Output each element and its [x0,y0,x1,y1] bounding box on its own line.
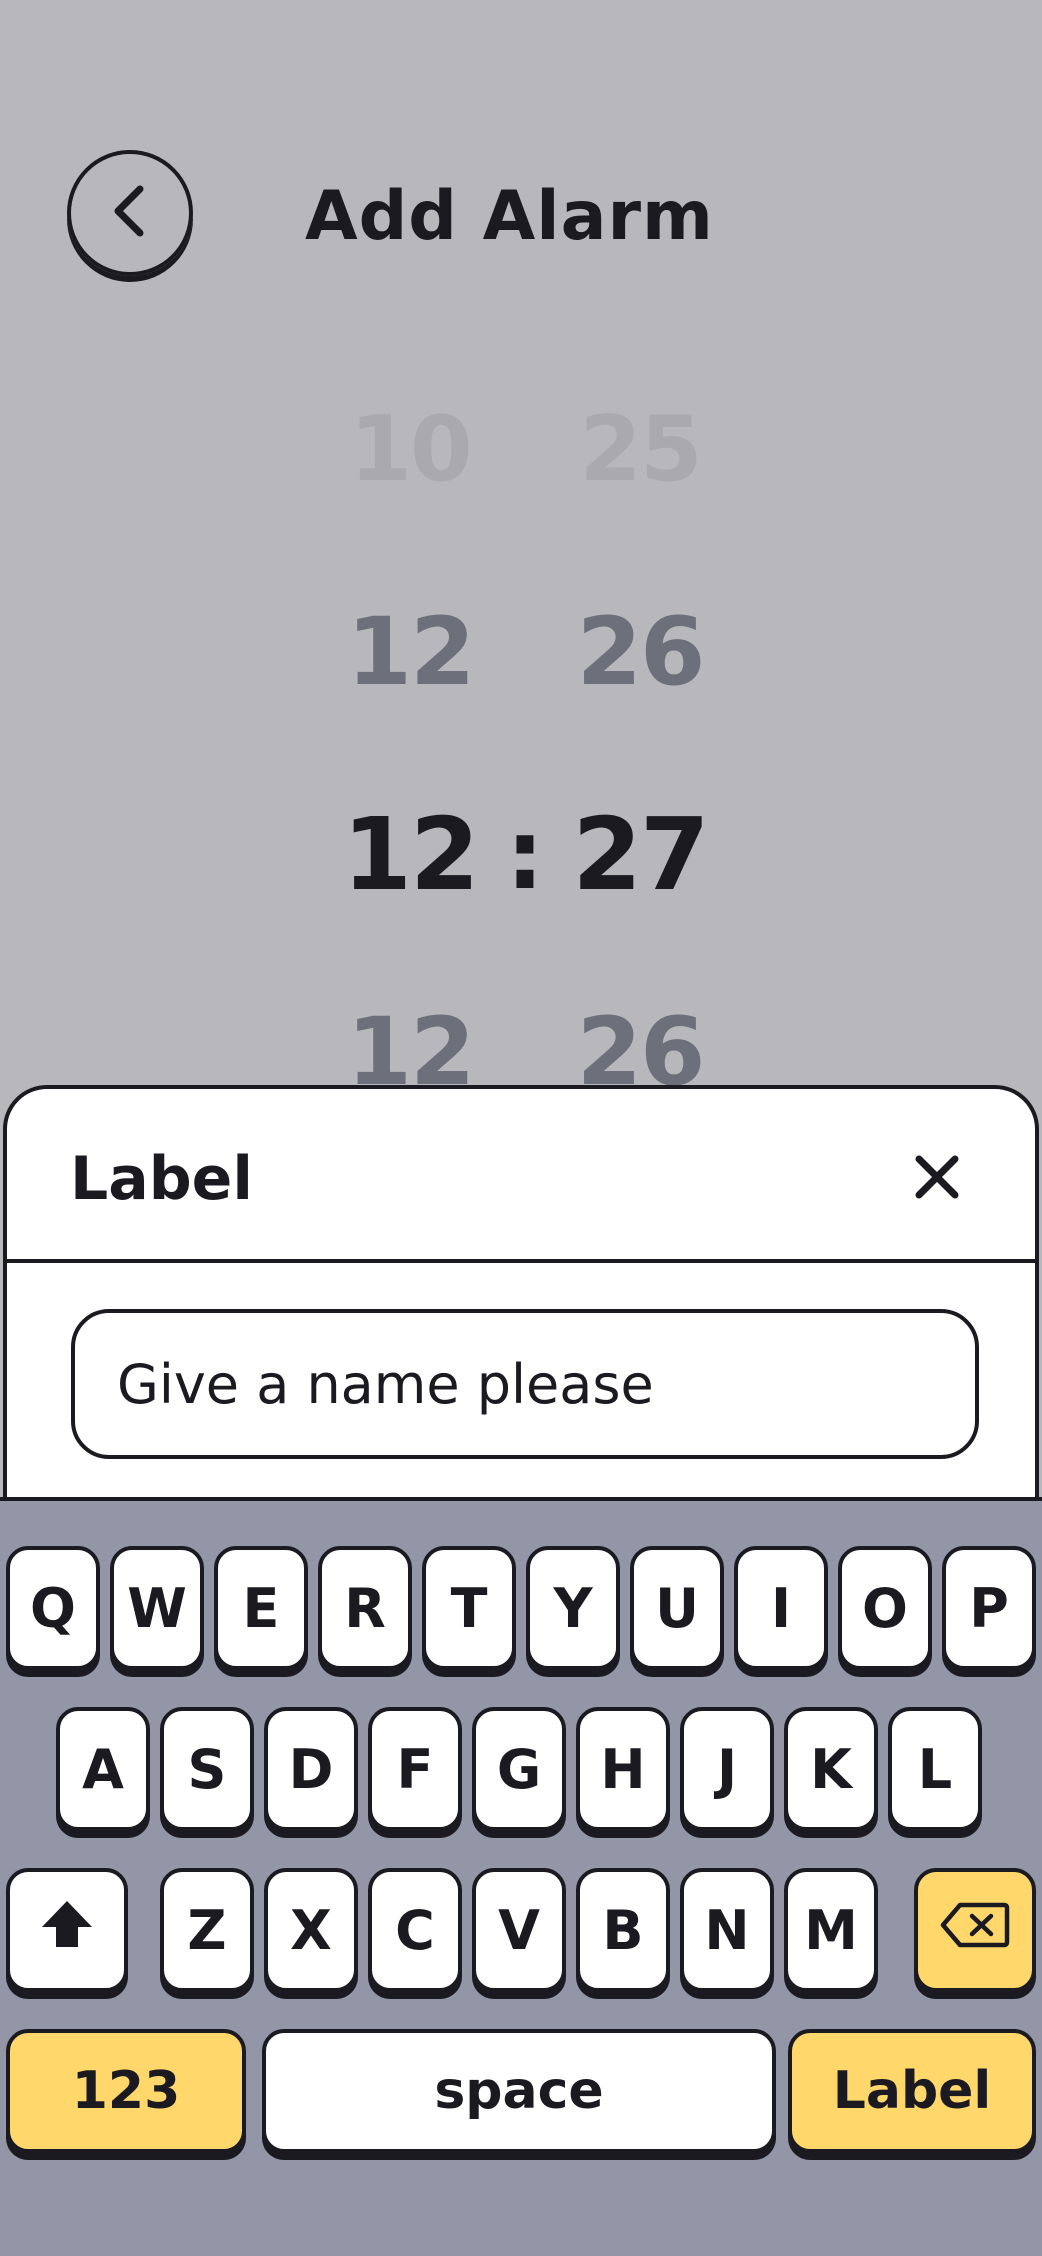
key-w[interactable]: W [110,1546,204,1670]
key-p[interactable]: P [942,1546,1036,1670]
key-x[interactable]: X [264,1868,358,1992]
minute-option[interactable]: 25 [565,395,715,505]
key-u[interactable]: U [630,1546,724,1670]
space-key[interactable]: space [262,2029,776,2153]
sheet-title: Label [70,1144,253,1214]
key-q[interactable]: Q [6,1546,100,1670]
key-l[interactable]: L [888,1707,982,1831]
divider [7,1259,1035,1263]
key-i[interactable]: I [734,1546,828,1670]
key-a[interactable]: A [56,1707,150,1831]
key-m[interactable]: M [784,1868,878,1992]
keyboard: Q W E R T Y U I O P A S D F G H J K L Z … [0,1497,1042,2256]
label-sheet: Label [3,1085,1039,1505]
key-h[interactable]: H [576,1707,670,1831]
key-k[interactable]: K [784,1707,878,1831]
key-c[interactable]: C [368,1868,462,1992]
key-e[interactable]: E [214,1546,308,1670]
key-y[interactable]: Y [526,1546,620,1670]
key-b[interactable]: B [576,1868,670,1992]
minute-option[interactable]: 26 [565,595,715,710]
shift-key[interactable] [6,1868,128,1992]
return-key[interactable]: Label [788,2029,1036,2153]
key-o[interactable]: O [838,1546,932,1670]
key-d[interactable]: D [264,1707,358,1831]
close-button[interactable] [907,1149,967,1209]
time-separator: : [505,799,545,911]
key-t[interactable]: T [422,1546,516,1670]
key-v[interactable]: V [472,1868,566,1992]
key-n[interactable]: N [680,1868,774,1992]
time-picker[interactable]: 10 25 12 26 12 : 27 12 26 [0,0,1042,1107]
key-j[interactable]: J [680,1707,774,1831]
backspace-icon [940,1899,1010,1962]
key-r[interactable]: R [318,1546,412,1670]
backspace-key[interactable] [914,1868,1036,1992]
selected-hour[interactable]: 12 [335,795,485,915]
key-f[interactable]: F [368,1707,462,1831]
numbers-key[interactable]: 123 [6,2029,246,2153]
close-icon [913,1153,961,1205]
key-g[interactable]: G [472,1707,566,1831]
hour-option[interactable]: 12 [335,595,485,710]
label-name-input[interactable] [71,1309,979,1459]
key-z[interactable]: Z [160,1868,254,1992]
shift-arrow-icon [40,1899,94,1962]
selected-minute[interactable]: 27 [565,795,715,915]
hour-option[interactable]: 10 [335,395,485,505]
key-s[interactable]: S [160,1707,254,1831]
